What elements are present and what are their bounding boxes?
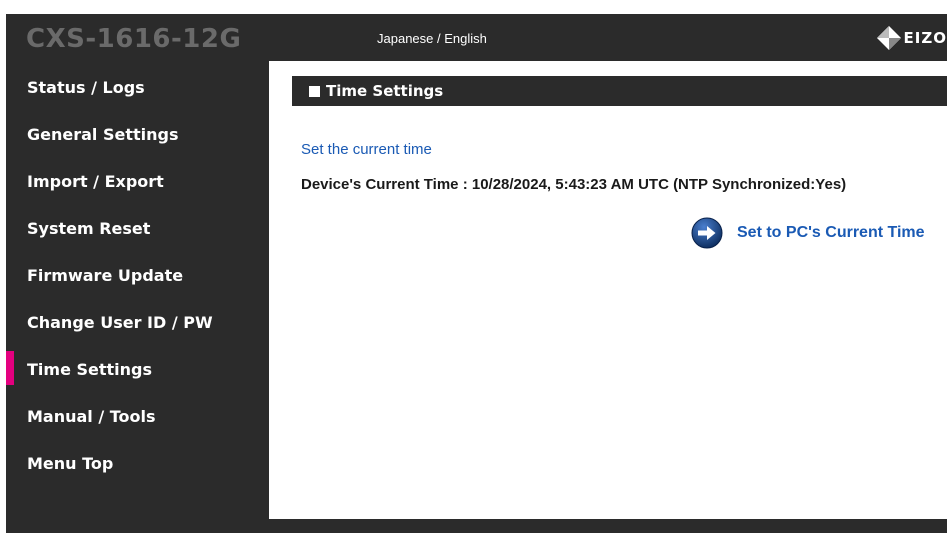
set-to-pc-time-label[interactable]: Set to PC's Current Time [737,224,925,242]
sidebar-item-label: Manual / Tools [27,407,156,426]
sidebar: Status / Logs General Settings Import / … [6,61,269,484]
sidebar-item-change-user-id-pw[interactable]: Change User ID / PW [6,296,269,343]
eizo-logo: EIZO [876,25,947,51]
sidebar-item-menu-top[interactable]: Menu Top [6,437,269,484]
sidebar-item-label: System Reset [27,219,151,238]
sidebar-item-manual-tools[interactable]: Manual / Tools [6,390,269,437]
sidebar-item-time-settings[interactable]: Time Settings [6,343,269,390]
section-header: Time Settings [292,76,947,106]
arrow-right-circle-icon[interactable] [691,217,723,249]
sidebar-item-label: Firmware Update [27,266,184,285]
sidebar-item-label: General Settings [27,125,179,144]
section-subtitle: Set the current time [301,141,432,158]
language-switch-link[interactable]: Japanese / English [377,31,487,46]
sidebar-item-label: Import / Export [27,172,164,191]
set-to-pc-time-button[interactable]: Set to PC's Current Time [691,217,925,249]
device-current-time: Device's Current Time : 10/28/2024, 5:43… [301,176,847,193]
eizo-logo-icon [876,26,901,50]
sidebar-item-label: Time Settings [27,360,153,379]
sidebar-item-general-settings[interactable]: General Settings [6,108,269,155]
model-name: CXS-1616-12G [26,24,242,54]
main-content: Time Settings Set the current time Devic… [269,61,947,519]
sidebar-item-label: Change User ID / PW [27,313,213,332]
section-title: Time Settings [326,82,444,100]
sidebar-item-label: Menu Top [27,454,114,473]
logo-text: EIZO [903,29,947,47]
sidebar-item-label: Status / Logs [27,78,145,97]
sidebar-item-system-reset[interactable]: System Reset [6,202,269,249]
sidebar-item-import-export[interactable]: Import / Export [6,155,269,202]
sidebar-item-status-logs[interactable]: Status / Logs [6,61,269,108]
square-icon [309,85,320,97]
app-frame: CXS-1616-12G Japanese / English EIZO Sta… [6,14,947,533]
sidebar-item-firmware-update[interactable]: Firmware Update [6,249,269,296]
header: CXS-1616-12G Japanese / English EIZO [6,14,947,61]
